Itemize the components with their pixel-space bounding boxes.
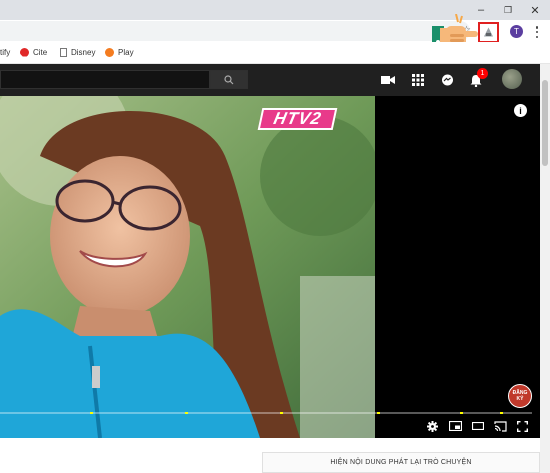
fullscreen-button[interactable] (514, 418, 530, 434)
chapter-marker (377, 412, 380, 414)
channel-logo: HTV2 (257, 108, 338, 130)
gear-icon (426, 420, 438, 432)
chapter-marker (460, 412, 463, 414)
close-button[interactable]: ✕ (522, 0, 548, 20)
bookmark-label: tify (0, 47, 11, 57)
maximize-icon: ❐ (503, 4, 513, 15)
fullscreen-icon (516, 420, 528, 432)
close-icon: ✕ (530, 4, 540, 17)
maximize-button[interactable]: ❐ (495, 0, 521, 20)
chapter-marker (280, 412, 283, 414)
notification-badge: 1 (477, 68, 488, 79)
cast-button[interactable] (492, 418, 508, 434)
page-icon (60, 47, 67, 57)
miniplayer-icon (448, 421, 462, 431)
create-video-button[interactable] (379, 71, 397, 89)
show-chat-replay-button[interactable]: HIỆN NỘI DUNG PHÁT LẠI TRÒ CHUYỆN (262, 452, 540, 473)
video-frame[interactable]: HTV2 (0, 96, 375, 438)
theater-mode-button[interactable] (470, 418, 486, 434)
cast-icon (493, 420, 507, 432)
search-input[interactable] (0, 70, 210, 89)
bookmark-label: Disney (71, 47, 96, 57)
video-still-image (0, 96, 375, 438)
chapter-marker (185, 412, 188, 414)
search-icon (224, 74, 234, 84)
bookmark-item[interactable]: Cite (20, 45, 47, 59)
theater-icon (472, 422, 484, 430)
bookmark-label: Cite (33, 47, 48, 57)
info-icon[interactable]: i (514, 104, 527, 117)
bookmark-item[interactable]: tify (0, 45, 10, 59)
chrome-menu-button[interactable] (532, 25, 542, 39)
play-icon (105, 47, 114, 57)
messages-button[interactable] (438, 71, 456, 89)
profile-avatar[interactable]: T (510, 25, 523, 38)
progress-bar[interactable] (0, 412, 532, 414)
chapter-marker (500, 412, 503, 414)
chapter-marker (90, 412, 93, 414)
user-avatar[interactable] (502, 69, 522, 89)
bookmark-item[interactable]: Play (105, 45, 134, 59)
video-camera-icon (381, 76, 395, 84)
settings-button[interactable] (424, 418, 440, 434)
apps-grid-icon (412, 74, 424, 86)
search-button[interactable] (210, 70, 248, 89)
miniplayer-button[interactable] (447, 418, 463, 434)
highlighted-extension-button[interactable] (478, 22, 499, 43)
scrollbar-thumb[interactable] (542, 80, 548, 166)
message-icon (441, 74, 453, 85)
bookmark-label: Play (118, 47, 134, 57)
address-bar[interactable] (0, 21, 470, 41)
extension-icon (484, 27, 493, 37)
apps-button[interactable] (409, 71, 427, 89)
cite-icon (20, 47, 29, 57)
bookmark-item[interactable]: Disney (60, 45, 95, 59)
subscribe-watermark[interactable]: ĐĂNG KÝ (508, 384, 532, 408)
